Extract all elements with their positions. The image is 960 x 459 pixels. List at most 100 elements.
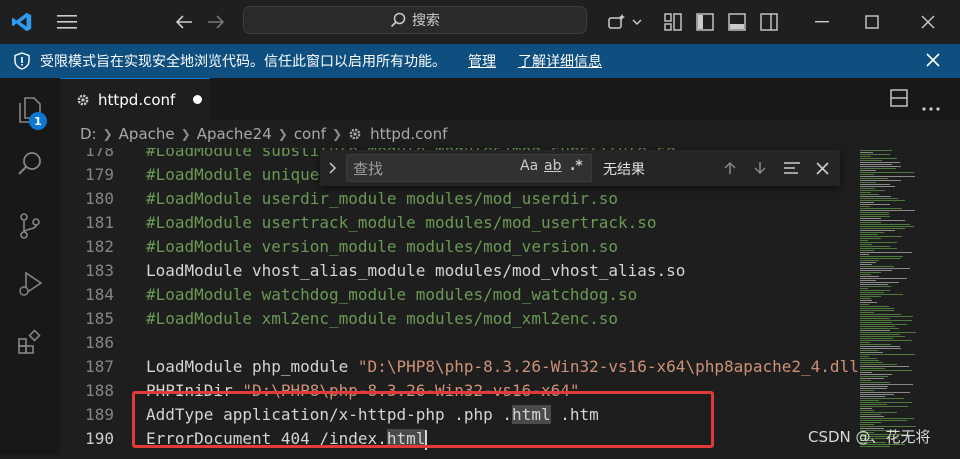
- minimap-line: [860, 402, 912, 403]
- previous-match-icon[interactable]: [718, 156, 742, 180]
- next-match-icon[interactable]: [748, 156, 772, 180]
- minimap-line: [860, 342, 870, 343]
- run-and-debug-icon[interactable]: [0, 260, 60, 308]
- minimap-line: [860, 416, 884, 417]
- code-line[interactable]: 183 LoadModule vhost_alias_module modules…: [60, 259, 860, 283]
- minimap-line: [860, 264, 872, 265]
- code-line[interactable]: 186: [60, 331, 860, 355]
- minimap-line: [860, 236, 902, 237]
- minimap-line: [860, 258, 901, 259]
- minimap-line: [860, 226, 914, 227]
- comment-text: #LoadModule userdir_module modules/mod_u…: [146, 189, 619, 208]
- minimap-line: [860, 378, 884, 379]
- toggle-replace-chevron-icon[interactable]: [328, 160, 338, 179]
- more-actions-icon[interactable]: [922, 96, 940, 115]
- toggle-primary-sidebar-icon[interactable]: [694, 0, 716, 44]
- close-find-icon[interactable]: [810, 156, 834, 180]
- breadcrumb-item[interactable]: D:: [80, 125, 97, 143]
- minimap-line: [860, 326, 895, 327]
- menu-icon[interactable]: [52, 0, 82, 44]
- minimap-line: [860, 184, 890, 185]
- copilot-icon[interactable]: [604, 0, 630, 44]
- code-line[interactable]: 181 #LoadModule usertrack_module modules/…: [60, 211, 860, 235]
- minimap-line: [860, 248, 897, 249]
- customize-layout-icon[interactable]: [662, 0, 684, 44]
- minimap-line: [860, 276, 879, 277]
- explorer-icon[interactable]: 1: [0, 86, 60, 134]
- breadcrumb-item[interactable]: httpd.conf: [370, 125, 447, 143]
- minimap-line: [860, 230, 895, 231]
- match-whole-word-button[interactable]: ab: [544, 158, 561, 174]
- close-window-icon[interactable]: [908, 0, 948, 44]
- back-arrow-icon[interactable]: [172, 0, 196, 44]
- comment-text: #LoadModule usertrack_module modules/mod…: [146, 213, 657, 232]
- minimap-line: [860, 388, 887, 389]
- forward-arrow-icon[interactable]: [204, 0, 228, 44]
- minimap-line: [860, 162, 900, 163]
- minimap-line: [860, 224, 910, 225]
- minimap-line: [860, 400, 879, 401]
- minimap-line: [860, 268, 910, 269]
- line-number: 185: [85, 309, 114, 328]
- minimap-line: [860, 420, 907, 421]
- minimap-line: [860, 422, 881, 423]
- minimap-line: [860, 394, 894, 395]
- minimap-line: [860, 340, 912, 341]
- line-number: 183: [85, 261, 114, 280]
- minimap-line: [860, 246, 890, 247]
- minimap-line: [860, 408, 872, 409]
- code-line[interactable]: 185 #LoadModule xml2enc_module modules/mo…: [60, 307, 860, 331]
- line-number: 188: [85, 381, 114, 400]
- command-center-search[interactable]: 搜索: [243, 6, 587, 34]
- toggle-panel-icon[interactable]: [726, 0, 748, 44]
- banner-message: 受限模式旨在实现安全地浏览代码。信任此窗口以启用所有功能。: [40, 54, 446, 70]
- minimap-line: [860, 218, 881, 219]
- learn-more-link[interactable]: 了解详细信息: [518, 51, 602, 71]
- source-control-icon[interactable]: [0, 202, 60, 250]
- breadcrumb-item[interactable]: Apache24: [197, 125, 272, 143]
- minimap-line: [860, 328, 899, 329]
- minimap-line: [860, 364, 897, 365]
- code-line[interactable]: 182 #LoadModule version_module modules/mo…: [60, 235, 860, 259]
- minimap-line: [860, 362, 883, 363]
- toggle-secondary-sidebar-icon[interactable]: [758, 0, 780, 44]
- chevron-right-icon: ❯: [277, 127, 288, 141]
- minimap-line: [860, 174, 874, 175]
- find-in-selection-icon[interactable]: [780, 156, 804, 180]
- breadcrumb-item[interactable]: Apache: [119, 125, 175, 143]
- minimap-line: [860, 366, 909, 367]
- minimap-line: [860, 198, 898, 199]
- code-line[interactable]: 180 #LoadModule userdir_module modules/mo…: [60, 187, 860, 211]
- match-case-button[interactable]: Aa: [520, 158, 538, 174]
- manage-link[interactable]: 管理: [468, 51, 496, 71]
- minimap-line: [860, 294, 903, 295]
- breadcrumb-item[interactable]: conf: [294, 125, 326, 143]
- minimap-line: [860, 200, 905, 201]
- minimap-line: [860, 158, 897, 159]
- minimap-line: [860, 396, 885, 397]
- minimap-line: [860, 306, 889, 307]
- minimap-line: [860, 330, 890, 331]
- minimap-line: [860, 254, 869, 255]
- close-banner-icon[interactable]: [926, 53, 940, 71]
- code-line[interactable]: 191: [60, 451, 860, 455]
- unsaved-dot-icon[interactable]: [193, 95, 203, 104]
- minimap-line: [860, 360, 879, 361]
- use-regex-button[interactable]: .*: [570, 158, 583, 174]
- search-view-icon[interactable]: [0, 140, 60, 188]
- tab-httpd-conf[interactable]: httpd.conf: [60, 78, 210, 120]
- minimap-line: [860, 308, 894, 309]
- maximize-window-icon[interactable]: [852, 0, 892, 44]
- minimap-line: [860, 406, 908, 407]
- minimap-line: [860, 302, 877, 303]
- code-line[interactable]: 184 #LoadModule watchdog_module modules/m…: [60, 283, 860, 307]
- minimap[interactable]: [860, 148, 960, 455]
- chevron-down-icon[interactable]: [630, 0, 644, 44]
- code-line[interactable]: 187 LoadModule php_module "D:\PHP8\php-8.…: [60, 355, 860, 379]
- minimap-line: [860, 316, 913, 317]
- minimap-line: [860, 398, 904, 399]
- extensions-icon[interactable]: [0, 318, 60, 366]
- minimize-window-icon[interactable]: [802, 0, 842, 44]
- split-editor-icon[interactable]: [890, 89, 908, 111]
- minimap-line: [860, 228, 905, 229]
